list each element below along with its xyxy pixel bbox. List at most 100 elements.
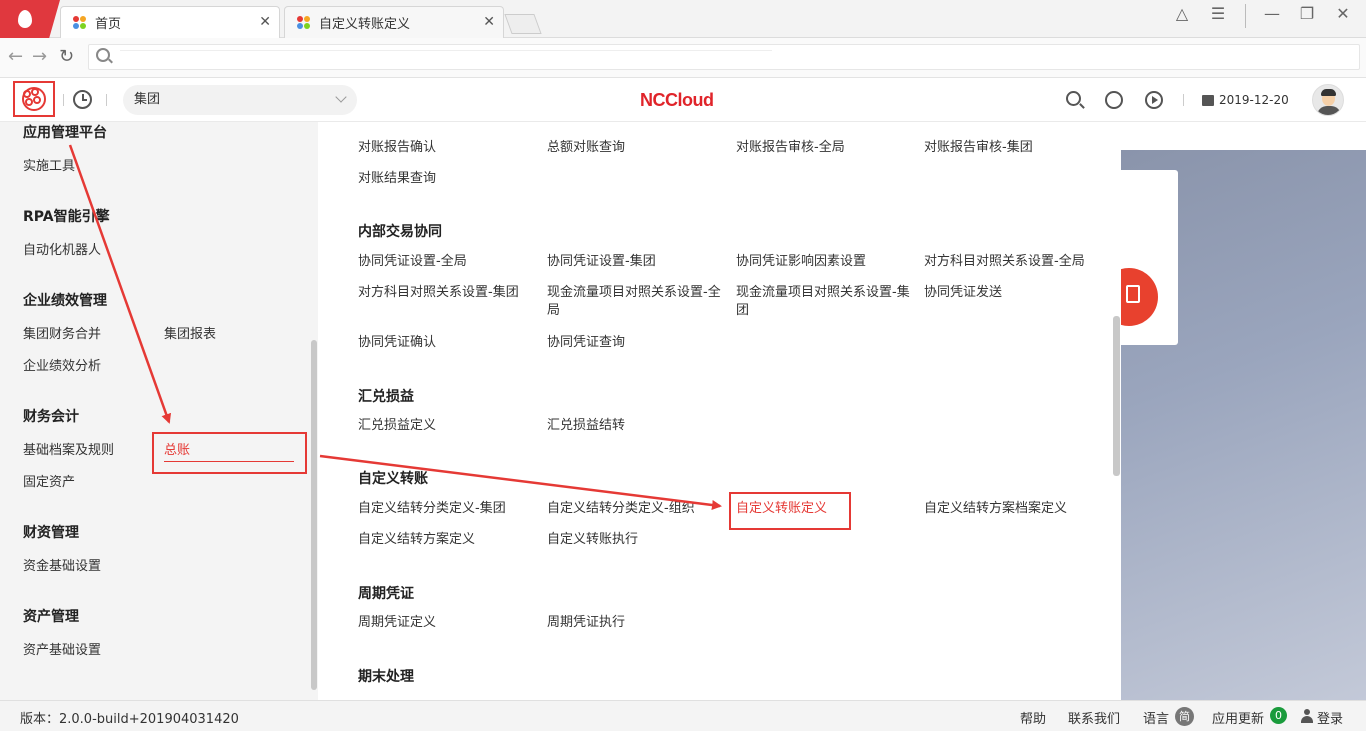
sidebar-item[interactable]: 基础档案及规则	[23, 439, 114, 458]
menu-item[interactable]: 协同凭证查询	[547, 334, 625, 352]
sidebar-title: 财资管理	[23, 525, 79, 541]
sidebar-title: 资产管理	[23, 609, 79, 625]
url-input[interactable]	[88, 44, 1360, 70]
annotation-box	[729, 492, 851, 530]
divider	[1183, 94, 1184, 106]
refresh-icon[interactable]: ↻	[59, 46, 74, 67]
close-icon[interactable]: ✕	[259, 14, 271, 30]
sidebar-item[interactable]: 集团报表	[164, 323, 216, 342]
address-bar: ← → ↻	[0, 38, 1366, 78]
app-header: 集团 NCCloud 2019-12-20	[0, 78, 1366, 122]
menu-item[interactable]: 对方科目对照关系设置-全局	[924, 253, 1085, 271]
menu-item[interactable]: 对账报告确认	[358, 139, 436, 157]
chevron-down-icon	[335, 91, 347, 103]
message-icon[interactable]	[1105, 88, 1123, 109]
update-count-badge: 0	[1270, 707, 1287, 724]
browser-logo[interactable]	[0, 0, 60, 38]
menu-group-title: 周期凭证	[358, 586, 414, 602]
menu-item[interactable]: 总额对账查询	[547, 139, 625, 157]
divider	[1245, 4, 1246, 28]
skin-icon[interactable]: △	[1162, 4, 1202, 23]
sidebar-item[interactable]: 资产基础设置	[23, 639, 101, 658]
menu-item[interactable]: 自定义结转分类定义-集团	[358, 500, 506, 518]
menu-item[interactable]: 对方科目对照关系设置-集团	[358, 284, 519, 302]
sidebar-title: 财务会计	[23, 409, 79, 425]
app-update-link[interactable]: 应用更新	[1212, 708, 1264, 727]
tab-custom-transfer[interactable]: 自定义转账定义 ✕	[284, 6, 504, 38]
brand-logo: NCCloud	[640, 90, 714, 110]
menu-item[interactable]: 自定义转账执行	[547, 531, 638, 549]
menu-item[interactable]: 协同凭证影响因素设置	[736, 253, 866, 271]
pinwheel-icon	[22, 87, 46, 111]
forward-arrow-icon[interactable]: →	[32, 46, 47, 67]
group-select[interactable]: 集团	[123, 85, 357, 115]
help-link[interactable]: 帮助	[1020, 708, 1046, 727]
app-menu-button[interactable]	[13, 81, 55, 117]
app-card-badge	[1121, 268, 1166, 328]
tab-label: 自定义转账定义	[319, 17, 411, 32]
avatar[interactable]	[1312, 84, 1344, 116]
search-icon[interactable]	[1066, 91, 1081, 106]
menu-panel: · 对账报告确认 总额对账查询 对账报告审核-全局 对账报告审核-集团 对账结果…	[318, 122, 1121, 700]
browser-tab-bar: 首页 ✕ 自定义转账定义 ✕ △ ☰ — ❐ ✕	[0, 0, 1366, 38]
sidebar: 应用管理平台 实施工具 RPA智能引擎 自动化机器人 企业绩效管理 集团财务合并…	[0, 122, 318, 700]
drop-icon	[18, 10, 32, 28]
sidebar-scrollbar[interactable]	[311, 340, 317, 690]
close-icon[interactable]: ✕	[483, 14, 495, 30]
sidebar-item[interactable]: 资金基础设置	[23, 555, 101, 574]
pinwheel-favicon-icon	[297, 15, 311, 30]
clock-icon[interactable]	[73, 90, 92, 109]
menu-item[interactable]: 周期凭证执行	[547, 614, 625, 632]
menu-group-title: 内部交易协同	[358, 224, 442, 240]
menu-item[interactable]: 协同凭证设置-全局	[358, 253, 467, 271]
menu-item[interactable]: 对账结果查询	[358, 170, 436, 188]
new-tab-button[interactable]	[504, 14, 542, 34]
sidebar-title: RPA智能引擎	[23, 209, 110, 225]
clipboard-icon	[1126, 285, 1140, 303]
menu-item[interactable]: 自定义结转方案档案定义	[924, 500, 1067, 518]
back-arrow-icon[interactable]: ←	[8, 46, 23, 67]
calendar-icon	[1202, 95, 1214, 106]
version-text: 版本：2.0.0-build+201904031420	[20, 712, 239, 727]
sidebar-item[interactable]: 企业绩效分析	[23, 355, 101, 374]
menu-item[interactable]: 自定义结转分类定义-组织	[547, 500, 695, 518]
menu-item[interactable]: 自定义结转方案定义	[358, 531, 475, 549]
menu-item[interactable]: 汇兑损益结转	[547, 417, 625, 435]
play-icon[interactable]	[1145, 91, 1163, 109]
business-date[interactable]: 2019-12-20	[1219, 93, 1289, 107]
sidebar-item[interactable]: 集团财务合并	[23, 323, 101, 342]
menu-item[interactable]: 协同凭证发送	[924, 284, 1002, 302]
sidebar-item[interactable]: 实施工具	[23, 155, 75, 174]
divider	[63, 94, 64, 106]
menu-item[interactable]: 现金流量项目对照关系设置-集团	[736, 284, 916, 320]
window-close-icon[interactable]: ✕	[1323, 4, 1363, 23]
menu-item[interactable]: 现金流量项目对照关系设置-全局	[547, 284, 727, 320]
sidebar-title: 企业绩效管理	[23, 293, 107, 309]
menu-item[interactable]: 汇兑损益定义	[358, 417, 436, 435]
user-icon	[1301, 709, 1313, 723]
menu-item[interactable]: 对账报告审核-集团	[924, 139, 1033, 157]
minimize-icon[interactable]: —	[1252, 4, 1292, 23]
menu-item[interactable]: 协同凭证设置-集团	[547, 253, 656, 271]
login-link[interactable]: 登录	[1317, 708, 1343, 727]
annotation-box	[152, 432, 307, 474]
tab-label: 首页	[95, 17, 122, 32]
search-icon	[96, 48, 110, 62]
sidebar-item[interactable]: 自动化机器人	[23, 239, 101, 258]
restore-icon[interactable]: ❐	[1287, 4, 1327, 23]
sidebar-title: 应用管理平台	[23, 125, 107, 141]
language-link[interactable]: 语言	[1143, 708, 1169, 727]
menu-group-title: 汇兑损益	[358, 389, 414, 405]
divider	[120, 50, 772, 51]
menu-item[interactable]: 对账报告审核-全局	[736, 139, 845, 157]
menu-icon[interactable]: ☰	[1198, 4, 1238, 23]
contact-link[interactable]: 联系我们	[1068, 708, 1120, 727]
menu-scrollbar[interactable]	[1113, 316, 1120, 476]
tab-home[interactable]: 首页 ✕	[60, 6, 280, 38]
menu-item[interactable]: 协同凭证确认	[358, 334, 436, 352]
sidebar-item[interactable]: 固定资产	[23, 471, 75, 490]
menu-group-title: 自定义转账	[358, 471, 428, 487]
menu-item[interactable]: 周期凭证定义	[358, 614, 436, 632]
group-select-value: 集团	[134, 92, 161, 107]
language-badge[interactable]: 简	[1175, 707, 1194, 726]
